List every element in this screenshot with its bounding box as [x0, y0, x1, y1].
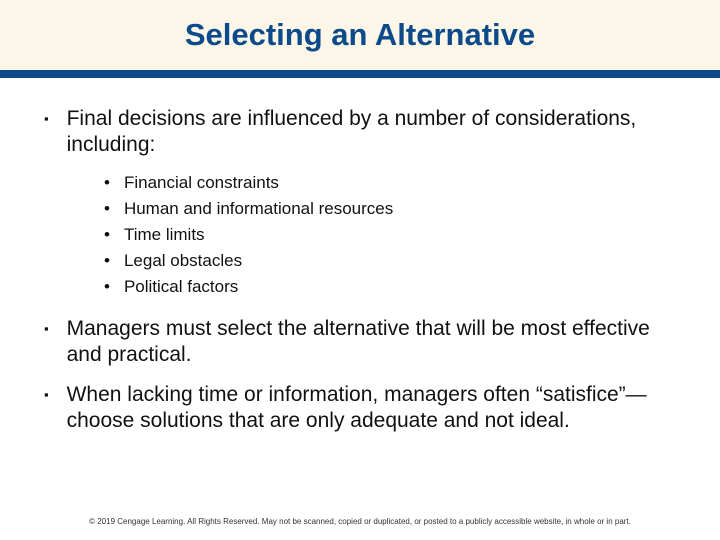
- square-bullet-icon: ▪: [44, 106, 67, 158]
- slide: Selecting an Alternative ▪ Final decisio…: [0, 0, 720, 540]
- dot-bullet-icon: •: [104, 172, 124, 194]
- bullet-level1: ▪ Managers must select the alternative t…: [44, 316, 676, 368]
- square-bullet-icon: ▪: [44, 382, 67, 434]
- bullet-level2: • Time limits: [104, 224, 676, 246]
- slide-title: Selecting an Alternative: [185, 17, 535, 53]
- bullet-level1: ▪ Final decisions are influenced by a nu…: [44, 106, 676, 158]
- bullet-text: When lacking time or information, manage…: [67, 382, 676, 434]
- bullet-text: Final decisions are influenced by a numb…: [67, 106, 676, 158]
- bullet-text: Financial constraints: [124, 172, 279, 194]
- bullet-level1: ▪ When lacking time or information, mana…: [44, 382, 676, 434]
- bullet-level2: • Political factors: [104, 276, 676, 298]
- dot-bullet-icon: •: [104, 250, 124, 272]
- sub-bullet-group: • Financial constraints • Human and info…: [44, 172, 676, 298]
- dot-bullet-icon: •: [104, 224, 124, 246]
- copyright-footer: © 2019 Cengage Learning. All Rights Rese…: [0, 507, 720, 540]
- bullet-text: Legal obstacles: [124, 250, 242, 272]
- title-inner: Selecting an Alternative: [0, 0, 720, 70]
- dot-bullet-icon: •: [104, 276, 124, 298]
- content-area: ▪ Final decisions are influenced by a nu…: [0, 78, 720, 507]
- dot-bullet-icon: •: [104, 198, 124, 220]
- bullet-text: Managers must select the alternative tha…: [67, 316, 676, 368]
- bullet-text: Political factors: [124, 276, 238, 298]
- bullet-level2: • Financial constraints: [104, 172, 676, 194]
- bullet-text: Human and informational resources: [124, 198, 393, 220]
- square-bullet-icon: ▪: [44, 316, 67, 368]
- bullet-level2: • Human and informational resources: [104, 198, 676, 220]
- title-band: Selecting an Alternative: [0, 8, 720, 78]
- bullet-level2: • Legal obstacles: [104, 250, 676, 272]
- bullet-text: Time limits: [124, 224, 205, 246]
